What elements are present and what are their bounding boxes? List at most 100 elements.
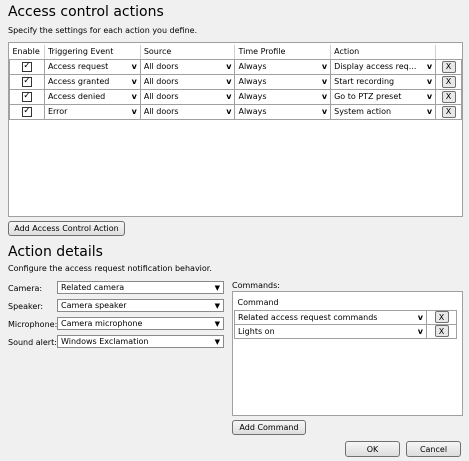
commands-table: Command Related access request commands v…	[234, 296, 457, 339]
column-header-triggering-event[interactable]: Triggering Event	[44, 45, 141, 60]
delete-command-button[interactable]: X	[434, 325, 449, 337]
delete-cell: X	[426, 309, 457, 325]
delete-action-button[interactable]: X	[441, 60, 456, 73]
time-profile-cell[interactable]: Always v	[234, 58, 332, 75]
camera-value: Related camera	[61, 283, 125, 292]
triggering-event-value: Access granted	[47, 77, 110, 86]
actions-table: Enable Triggering Event Source Time Prof…	[9, 45, 462, 120]
dropdown-arrow-icon[interactable]: v	[418, 327, 426, 336]
checkmark-icon: ✓	[23, 76, 31, 86]
dropdown-arrow-icon[interactable]: v	[427, 107, 435, 116]
source-value: All doors	[143, 62, 179, 71]
cancel-button[interactable]: Cancel	[406, 441, 461, 457]
action-cell[interactable]: System action v	[330, 103, 437, 120]
action-row[interactable]: ✓ Access granted v All doors v Always v Start r…	[9, 73, 462, 90]
time-profile-value: Always	[238, 77, 267, 86]
source-value: All doors	[143, 92, 179, 101]
dropdown-arrow-icon[interactable]: v	[418, 313, 426, 322]
dropdown-arrow-icon[interactable]: v	[132, 77, 140, 86]
command-row[interactable]: Related access request commands v X	[234, 309, 457, 325]
triggering-event-value: Access denied	[47, 92, 106, 101]
page-subtitle: Specify the settings for each action you…	[8, 26, 198, 35]
add-access-control-action-button[interactable]: Add Access Control Action	[8, 221, 125, 236]
enable-cell: ✓	[9, 73, 45, 90]
speaker-select[interactable]: Camera speaker ▼	[57, 299, 224, 312]
column-header-delete	[426, 296, 457, 311]
time-profile-cell[interactable]: Always v	[234, 88, 332, 105]
ok-button[interactable]: OK	[345, 441, 400, 457]
triggering-event-value: Error	[47, 107, 68, 116]
chevron-down-icon: ▼	[214, 319, 220, 328]
action-row[interactable]: ✓ Access denied v All doors v Always v Go to PT…	[9, 88, 462, 105]
dropdown-arrow-icon[interactable]: v	[226, 77, 234, 86]
time-profile-cell[interactable]: Always v	[234, 103, 332, 120]
commands-table-header: Command	[234, 296, 457, 311]
sound-alert-select[interactable]: Windows Exclamation ▼	[57, 335, 224, 348]
action-value: Go to PTZ preset	[334, 92, 402, 101]
enable-cell: ✓	[9, 88, 45, 105]
action-cell[interactable]: Start recording v	[330, 73, 437, 90]
dropdown-arrow-icon[interactable]: v	[226, 107, 234, 116]
add-command-button[interactable]: Add Command	[232, 420, 306, 435]
triggering-event-cell[interactable]: Access granted v	[43, 73, 141, 90]
dropdown-arrow-icon[interactable]: v	[132, 92, 140, 101]
delete-command-button[interactable]: X	[434, 311, 449, 323]
enable-checkbox[interactable]: ✓	[21, 61, 32, 72]
camera-label: Camera:	[8, 284, 43, 293]
triggering-event-cell[interactable]: Error v	[43, 103, 141, 120]
dropdown-arrow-icon[interactable]: v	[226, 62, 234, 71]
commands-label: Commands:	[232, 281, 280, 290]
dropdown-arrow-icon[interactable]: v	[427, 92, 435, 101]
dropdown-arrow-icon[interactable]: v	[322, 107, 330, 116]
sound-alert-label: Sound alert:	[8, 338, 57, 347]
source-cell[interactable]: All doors v	[139, 58, 236, 75]
command-cell[interactable]: Lights on v	[234, 323, 427, 339]
checkmark-icon: ✓	[23, 91, 31, 101]
action-value: Start recording	[334, 77, 395, 86]
command-value: Lights on	[238, 326, 275, 336]
column-header-enable[interactable]: Enable	[9, 45, 45, 60]
dropdown-arrow-icon[interactable]: v	[427, 77, 435, 86]
delete-cell: X	[435, 73, 462, 90]
chevron-down-icon: ▼	[214, 301, 220, 310]
delete-cell: X	[435, 58, 462, 75]
dropdown-arrow-icon[interactable]: v	[132, 107, 140, 116]
details-subtitle: Configure the access request notificatio…	[8, 264, 212, 273]
delete-action-button[interactable]: X	[441, 105, 456, 118]
source-cell[interactable]: All doors v	[139, 88, 236, 105]
column-header-time-profile[interactable]: Time Profile	[234, 45, 332, 60]
action-row[interactable]: ✓ Access request v All doors v Always v Display…	[9, 58, 462, 75]
details-title: Action details	[8, 244, 103, 260]
delete-action-button[interactable]: X	[441, 75, 456, 88]
column-header-command[interactable]: Command	[234, 296, 427, 311]
column-header-source[interactable]: Source	[140, 45, 236, 60]
dropdown-arrow-icon[interactable]: v	[427, 62, 435, 71]
dropdown-arrow-icon[interactable]: v	[322, 92, 330, 101]
chevron-down-icon: ▼	[214, 283, 220, 292]
enable-checkbox[interactable]: ✓	[21, 91, 32, 102]
delete-action-button[interactable]: X	[441, 90, 456, 103]
enable-checkbox[interactable]: ✓	[21, 76, 32, 87]
dropdown-arrow-icon[interactable]: v	[132, 62, 140, 71]
speaker-label: Speaker:	[8, 302, 44, 311]
microphone-select[interactable]: Camera microphone ▼	[57, 317, 224, 330]
enable-checkbox[interactable]: ✓	[21, 106, 32, 117]
action-row[interactable]: ✓ Error v All doors v Always v System action v X	[9, 103, 462, 120]
command-row[interactable]: Lights on v X	[234, 323, 457, 339]
source-cell[interactable]: All doors v	[139, 103, 236, 120]
column-header-delete	[435, 45, 462, 60]
camera-select[interactable]: Related camera ▼	[57, 281, 224, 294]
source-cell[interactable]: All doors v	[139, 73, 236, 90]
dropdown-arrow-icon[interactable]: v	[322, 77, 330, 86]
triggering-event-cell[interactable]: Access denied v	[43, 88, 141, 105]
command-cell[interactable]: Related access request commands v	[234, 309, 427, 325]
action-cell[interactable]: Go to PTZ preset v	[330, 88, 437, 105]
dropdown-arrow-icon[interactable]: v	[322, 62, 330, 71]
action-cell[interactable]: Display access req... v	[330, 58, 437, 75]
column-header-action[interactable]: Action	[330, 45, 437, 60]
triggering-event-cell[interactable]: Access request v	[43, 58, 141, 75]
time-profile-cell[interactable]: Always v	[234, 73, 332, 90]
dropdown-arrow-icon[interactable]: v	[226, 92, 234, 101]
action-value: System action	[334, 107, 392, 116]
delete-cell: X	[426, 323, 457, 339]
